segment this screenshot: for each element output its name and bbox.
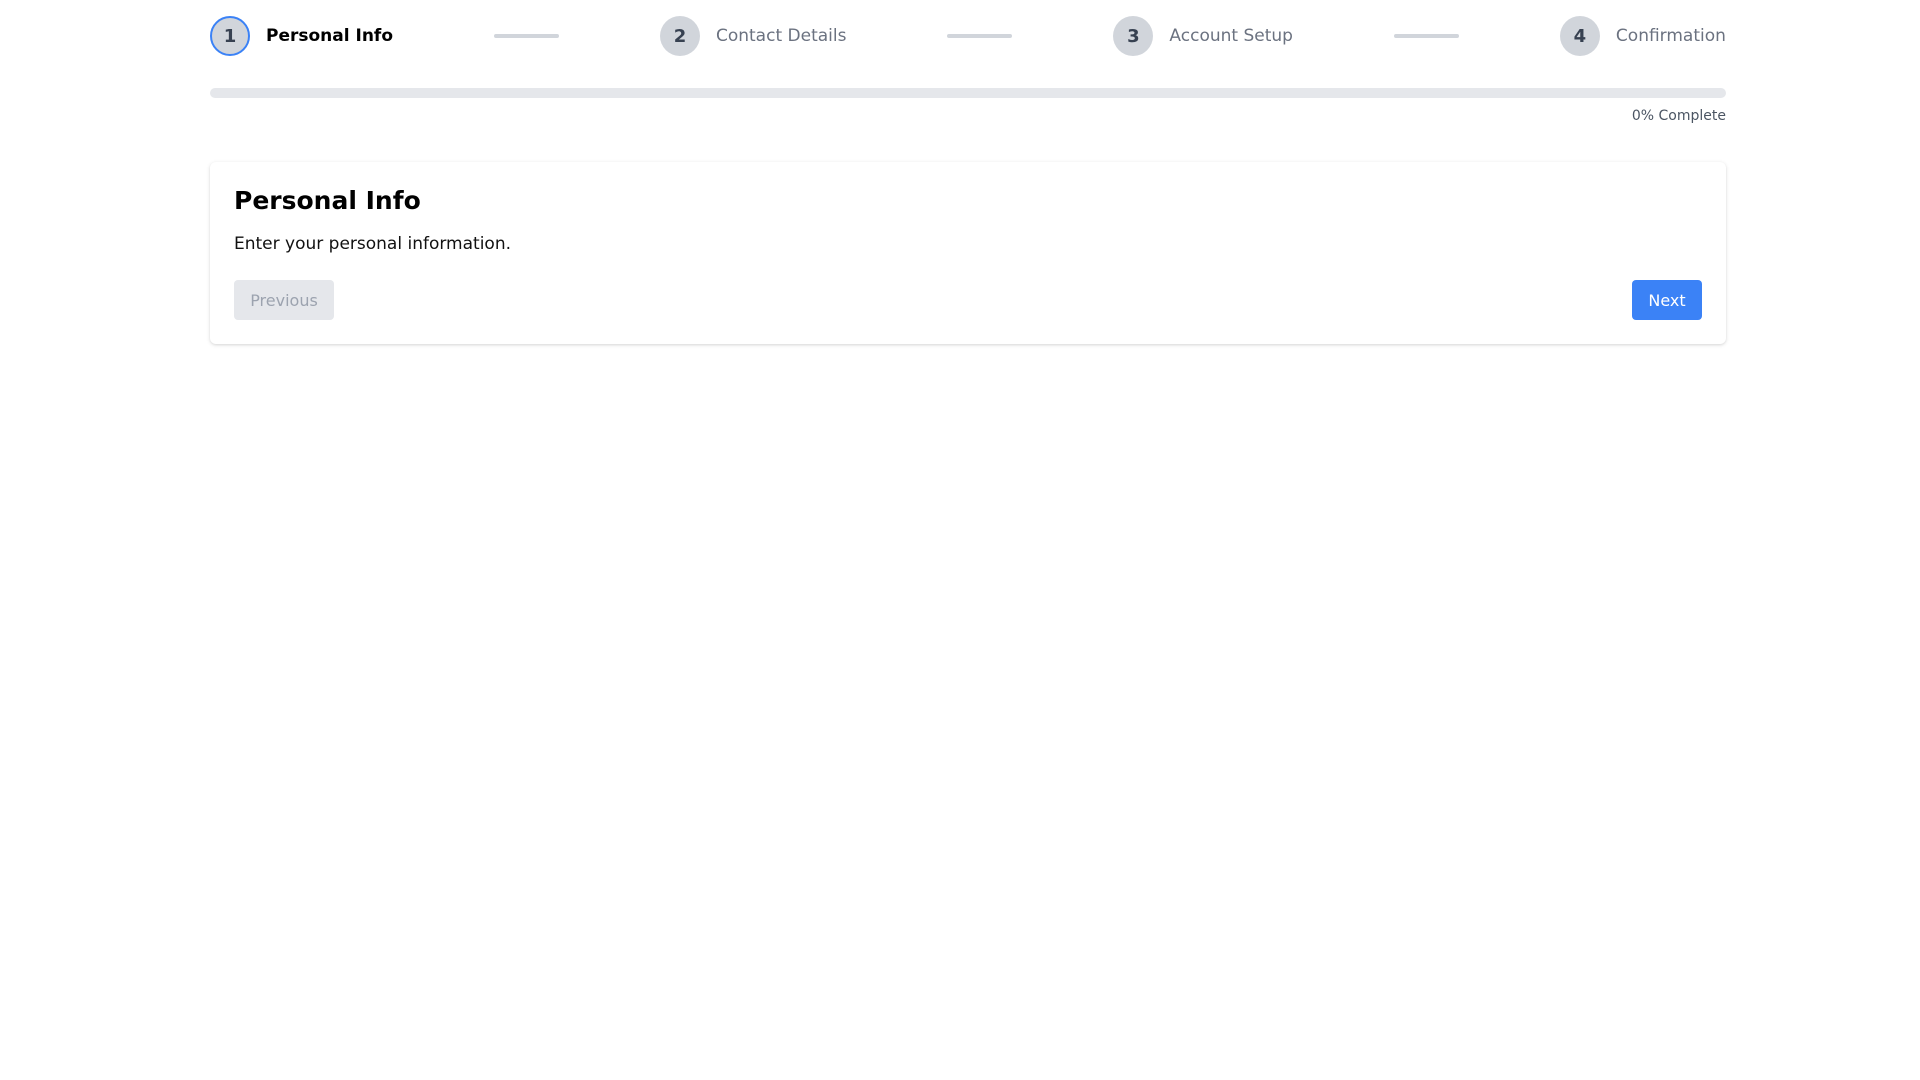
next-button[interactable]: Next <box>1632 280 1702 320</box>
step-contact-details[interactable]: 2 Contact Details <box>659 16 847 56</box>
step-confirmation[interactable]: 4 Confirmation <box>1559 16 1726 56</box>
step-connector <box>493 34 559 38</box>
wizard-actions: Previous Next <box>234 280 1702 320</box>
step-number-badge: 2 <box>659 16 700 56</box>
step-label: Account Setup <box>1169 26 1293 46</box>
step-number-badge: 1 <box>210 16 250 56</box>
progress-text: 0% Complete <box>1631 108 1726 124</box>
step-label: Personal Info <box>266 26 393 46</box>
progress-bar <box>210 88 1726 98</box>
step-number-badge: 3 <box>1113 16 1154 56</box>
previous-button[interactable]: Previous <box>234 280 334 320</box>
step-account-setup[interactable]: 3 Account Setup <box>1113 16 1293 56</box>
step-card: Personal Info Enter your personal inform… <box>210 162 1726 344</box>
step-personal-info[interactable]: 1 Personal Info <box>210 16 393 56</box>
wizard: 1 Personal Info 2 Contact Details 3 Acco… <box>210 0 1726 344</box>
step-label: Contact Details <box>715 26 847 46</box>
step-connector <box>947 34 1013 38</box>
step-connector <box>1393 34 1459 38</box>
step-title: Personal Info <box>234 186 421 215</box>
step-number-badge: 4 <box>1559 16 1600 56</box>
stepper: 1 Personal Info 2 Contact Details 3 Acco… <box>210 0 1726 72</box>
step-description: Enter your personal information. <box>234 234 511 254</box>
step-label: Confirmation <box>1615 26 1726 46</box>
